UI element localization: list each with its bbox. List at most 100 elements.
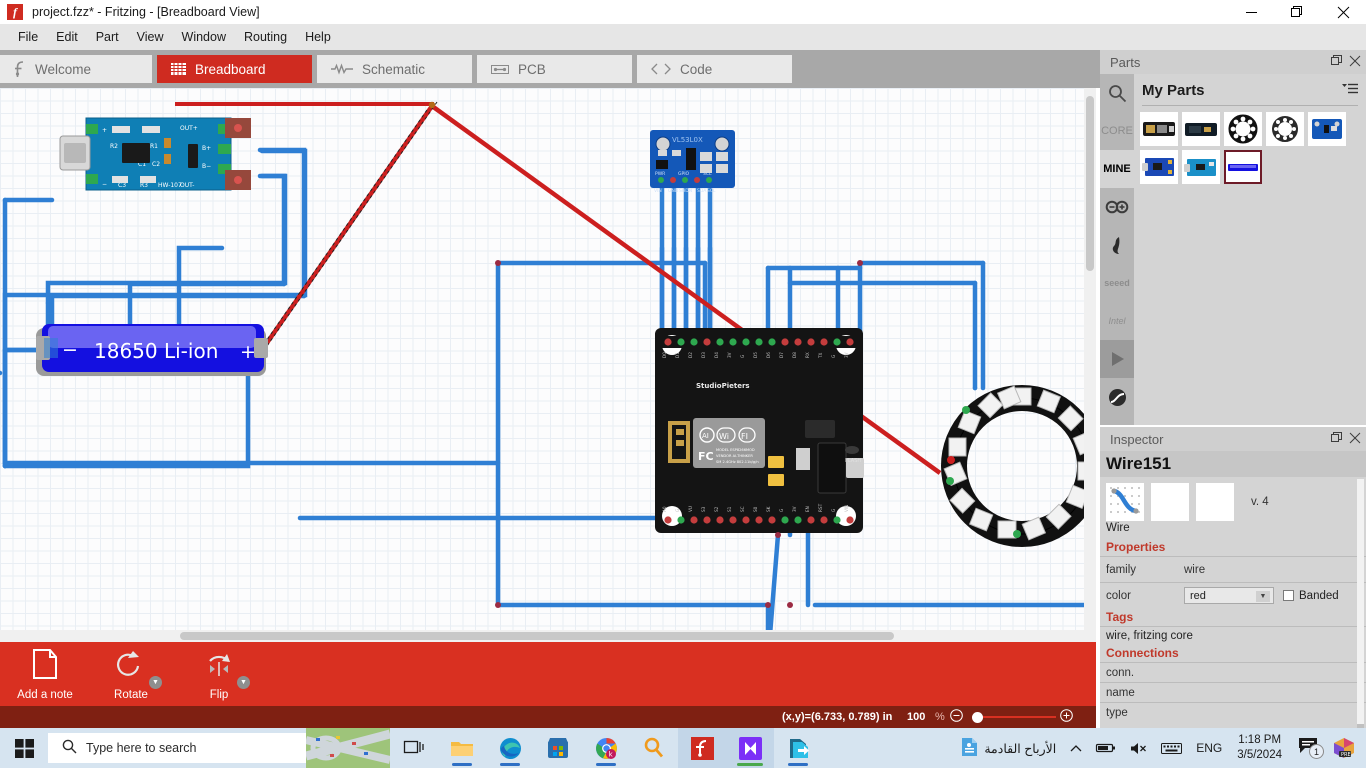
edge-browser-icon[interactable] [486, 728, 534, 768]
zoom-slider-knob[interactable] [972, 712, 983, 723]
neopixel-ring[interactable] [941, 385, 1096, 547]
svg-text:D0: D0 [662, 352, 667, 358]
bin-intel[interactable]: Intel [1100, 302, 1134, 340]
file-transfer-icon[interactable] [774, 728, 822, 768]
banded-checkbox[interactable] [1283, 590, 1294, 601]
rotate-dropdown-caret[interactable]: ▼ [149, 676, 162, 689]
part-battery-18650[interactable] [1224, 150, 1262, 184]
svg-text:G: G [675, 509, 680, 512]
zoom-out-button[interactable] [950, 709, 963, 725]
search-app-icon[interactable] [630, 728, 678, 768]
taskbar-clock[interactable]: 1:18 PM 3/5/2024 [1229, 733, 1290, 763]
flip-button[interactable]: ▼ Flip [176, 648, 262, 701]
breadboard-canvas[interactable]: + − OUT+ OUT- B+ B− R2 R1 C1 C2 C3 R3 HW… [0, 88, 1096, 633]
svg-text:AI: AI [702, 432, 709, 440]
menu-help[interactable]: Help [296, 27, 340, 47]
tab-code[interactable]: Code [637, 55, 792, 83]
flip-dropdown-caret[interactable]: ▼ [237, 676, 250, 689]
scrollbar-thumb[interactable] [180, 632, 894, 640]
part-neopixel-ring-plain[interactable] [1266, 112, 1304, 146]
taskbar-search-input[interactable]: Type here to search [48, 733, 306, 763]
restore-button[interactable] [1274, 0, 1320, 24]
chevron-up-icon[interactable] [1063, 744, 1089, 753]
part-nodemcu-black[interactable] [1140, 112, 1178, 146]
active-indicator [737, 763, 763, 766]
part-charger-blue[interactable] [1140, 150, 1178, 184]
battery-icon[interactable] [1089, 742, 1123, 754]
close-button[interactable] [1320, 0, 1366, 24]
tool-label: Rotate [114, 689, 148, 701]
menu-view[interactable]: View [128, 27, 173, 47]
bin-mine[interactable]: MINE [1100, 150, 1134, 188]
tab-schematic[interactable]: Schematic [317, 55, 472, 83]
inspector-scrollbar[interactable] [1357, 479, 1364, 749]
traffic-weather-widget[interactable] [306, 728, 390, 768]
inspector-thumb-3[interactable] [1196, 483, 1234, 521]
part-neopixel-ring-lit[interactable] [1224, 112, 1262, 146]
connection-type-row: type [1100, 702, 1366, 722]
parts-search-icon[interactable] [1100, 74, 1134, 112]
windows-start-icon[interactable] [0, 728, 48, 768]
chrome-browser-icon[interactable]: k [582, 728, 630, 768]
undock-icon[interactable] [1331, 430, 1342, 448]
part-charger-cyan[interactable] [1182, 150, 1220, 184]
tab-welcome[interactable]: Welcome [0, 55, 152, 83]
hamburger-menu-icon[interactable] [1342, 83, 1358, 97]
rotate-button[interactable]: ▼ Rotate [88, 648, 174, 701]
tab-label: Breadboard [195, 61, 266, 77]
scrollbar-thumb[interactable] [1357, 479, 1364, 724]
battery-18650[interactable]: − 18650 Li-ion + [36, 324, 268, 376]
close-icon[interactable] [1349, 53, 1361, 71]
tab-label: Code [680, 61, 713, 77]
wire-color-select[interactable]: red ▼ [1184, 587, 1274, 604]
svg-text:D8: D8 [792, 352, 797, 358]
bus-wires[interactable] [0, 197, 771, 608]
input-language-indicator[interactable]: ENG [1189, 741, 1229, 755]
notification-center-button[interactable]: 1 [1290, 737, 1326, 760]
zoom-in-button[interactable] [1060, 709, 1073, 725]
task-view-icon[interactable] [390, 728, 438, 768]
volume-muted-icon[interactable] [1123, 742, 1154, 755]
add-note-button[interactable]: Add a note [2, 648, 88, 701]
bin-sparkfun[interactable] [1100, 226, 1134, 264]
bin-arduino[interactable] [1100, 188, 1134, 226]
menu-part[interactable]: Part [87, 27, 128, 47]
nodemcu-esp8266-board[interactable]: AI Wi FI FC MODEL ESP8266MOD VENDOR AI-T… [655, 328, 864, 533]
undock-icon[interactable] [1331, 53, 1342, 71]
bin-play[interactable] [1100, 340, 1134, 378]
menu-routing[interactable]: Routing [235, 27, 296, 47]
file-explorer-icon[interactable] [438, 728, 486, 768]
pre-app-icon[interactable]: PRE [1326, 737, 1362, 759]
menu-window[interactable]: Window [173, 27, 235, 47]
bin-moon[interactable] [1100, 378, 1134, 416]
bin-title: My Parts [1142, 82, 1205, 99]
menu-edit[interactable]: Edit [47, 27, 87, 47]
inspector-thumb-2[interactable] [1151, 483, 1189, 521]
canvas-horizontal-scrollbar[interactable] [0, 630, 1096, 642]
canvas-vertical-scrollbar[interactable] [1084, 88, 1096, 633]
vl53l0x-distance-sensor[interactable]: VL53L0X PWR GPIO SCL VIN GND SHDN SDA SCL [650, 130, 735, 194]
fritzing-app-icon[interactable] [678, 728, 726, 768]
tp4056-charger-module[interactable]: + − OUT+ OUT- B+ B− R2 R1 C1 C2 C3 R3 HW… [59, 117, 251, 191]
close-icon[interactable] [1349, 430, 1361, 448]
svg-text:SCL: SCL [707, 188, 716, 194]
keyboard-icon[interactable] [1154, 742, 1189, 755]
title-bar: f project.fzz* - Fritzing - [Breadboard … [0, 0, 1366, 24]
chevron-down-icon[interactable]: ▼ [1256, 591, 1270, 602]
tray-document-item[interactable]: الأرباح القادمة [953, 737, 1063, 760]
menu-file[interactable]: File [9, 27, 47, 47]
tab-pcb[interactable]: PCB [477, 55, 632, 83]
part-vl53l0x-sensor[interactable] [1308, 112, 1346, 146]
minimize-button[interactable] [1228, 0, 1274, 24]
media-player-icon[interactable] [726, 728, 774, 768]
wire-icon[interactable] [1106, 483, 1144, 521]
microsoft-store-icon[interactable] [534, 728, 582, 768]
zoom-slider-track[interactable] [972, 716, 1056, 718]
parts-bin-rail: CORE MINE seeed Intel [1100, 74, 1134, 480]
part-esp-board-dark[interactable] [1182, 112, 1220, 146]
bin-seeed[interactable]: seeed [1100, 264, 1134, 302]
tab-breadboard[interactable]: Breadboard [157, 55, 312, 83]
scrollbar-thumb[interactable] [1086, 96, 1094, 271]
connection-name-row: name [1100, 682, 1366, 702]
bin-core[interactable]: CORE [1100, 112, 1134, 150]
